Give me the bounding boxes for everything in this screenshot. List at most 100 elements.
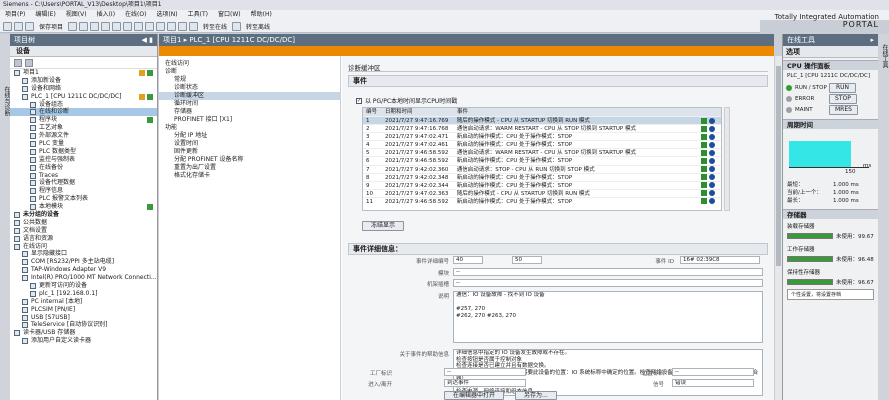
undo-icon[interactable] (123, 21, 133, 31)
memory-header[interactable]: 存储器 (783, 209, 878, 219)
tree-item[interactable]: 设备组态 (10, 101, 157, 109)
menu-3[interactable]: 插入(I) (92, 10, 120, 20)
tree-item[interactable]: PLC 数据类型 (10, 148, 157, 156)
go-online-icon[interactable] (189, 21, 199, 31)
delete-icon[interactable] (112, 21, 122, 31)
table-row[interactable]: 7 2021/7/27 9:42:02.360 通信启动请求：STOP - CPU … (363, 164, 721, 173)
nav-item[interactable]: 设置时间 (159, 140, 340, 148)
tree-item[interactable]: 工艺对象 (10, 124, 157, 132)
devices-tab[interactable]: 设备 (10, 46, 157, 57)
upload-icon[interactable] (167, 21, 177, 31)
editor-scrollbar[interactable] (774, 56, 782, 400)
nav-item[interactable]: 常规 (159, 76, 340, 84)
nav-item[interactable]: 在线访问 (159, 60, 340, 68)
save-icon[interactable] (25, 21, 34, 31)
tree-item[interactable]: COM [RS232/PPI 多主站电缆] (10, 258, 157, 266)
tree-refresh-icon[interactable] (25, 58, 33, 67)
tree-item[interactable]: 添加新设备 (10, 77, 157, 85)
go-online-button[interactable]: 转至在线 (200, 22, 230, 31)
tree-item[interactable]: 添加用户自定义读卡器 (10, 337, 157, 345)
table-row[interactable]: 9 2021/7/27 9:42:02.344 新启动的操作模式：CPU 处于操作模… (363, 180, 721, 189)
nav-item[interactable]: 分配 IP 地址 (159, 132, 340, 140)
table-row[interactable]: 3 2021/7/27 9:47:02.471 新启动的操作模式：CPU 处于操作模… (363, 132, 721, 140)
table-row[interactable]: 2 2021/7/27 9:47:16.768 通信启动请求：WARM RESTAR… (363, 124, 721, 132)
nav-item[interactable]: 固件更新 (159, 148, 340, 156)
print-icon[interactable] (68, 21, 78, 31)
tree-item[interactable]: Traces (10, 172, 157, 180)
redo-icon[interactable] (134, 21, 144, 31)
table-row[interactable]: 10 2021/7/27 9:47:02.363 随后的操作模式 - CPU 从 S… (363, 188, 721, 197)
menu-4[interactable]: 在线(O) (120, 10, 151, 20)
cut-icon[interactable] (79, 21, 89, 31)
download-icon[interactable] (156, 21, 166, 31)
copy-icon[interactable] (90, 21, 100, 31)
tree-item[interactable]: 公共数据 (10, 219, 157, 227)
freeze-display-button[interactable]: 冻结显示 (362, 221, 405, 231)
nav-item[interactable]: 格式化存储卡 (159, 172, 340, 180)
tree-item[interactable]: 语言和资源 (10, 235, 157, 243)
save-project-button[interactable]: 保存项目 (36, 22, 66, 31)
editor-scroll-thumb[interactable] (776, 66, 781, 266)
nav-item[interactable]: 分配 PROFINET 设备名称 (159, 156, 340, 164)
cycle-time-header[interactable]: 周期时间 (783, 119, 878, 129)
nav-item[interactable]: 诊断缓冲区 (159, 92, 340, 100)
mres-button[interactable]: MRES (829, 104, 858, 115)
compile-icon[interactable] (145, 21, 155, 31)
tree-item[interactable]: plc_1 [192.168.0.1] (10, 290, 157, 298)
table-row[interactable]: 6 2021/7/27 9:46:58.592 新启动的操作模式：CPU 处于操作模… (363, 156, 721, 164)
cpu-panel-header[interactable]: CPU 操作面板 (783, 60, 878, 70)
menu-1[interactable]: 编辑(E) (30, 10, 60, 20)
column-header[interactable]: 事件 (457, 108, 702, 116)
menu-6[interactable]: 工具(T) (183, 10, 213, 20)
tree-item[interactable]: 在线和诊断 (10, 108, 157, 117)
tree-item[interactable]: 外部源文件 (10, 132, 157, 140)
nav-item[interactable]: 存储器 (159, 108, 340, 116)
table-row[interactable]: 1 2021/7/27 9:47:16.769 随后的操作模式 - CPU 从 ST… (363, 116, 721, 125)
nav-item[interactable]: 诊断 (159, 68, 340, 76)
table-row[interactable]: 11 2021/7/27 9:46:58.592 新启动的操作模式：CPU 处于操作… (363, 196, 721, 205)
menu-0[interactable]: 项目(P) (0, 10, 30, 20)
menu-2[interactable]: 视图(V) (61, 10, 92, 20)
nav-item[interactable]: 重置为出厂设置 (159, 164, 340, 172)
local-time-checkbox[interactable]: ✓ (356, 97, 362, 104)
table-row[interactable]: 4 2021/7/27 9:47:02.461 新启动的操作模式：CPU 处于操作模… (363, 140, 721, 148)
collapse-icon[interactable]: ◀ ▮ (142, 34, 153, 46)
tree-item[interactable]: 在线备份 (10, 164, 157, 172)
online-tools-tab[interactable]: 在线工具 (878, 42, 889, 70)
simulate-icon[interactable] (178, 21, 188, 31)
stop-button[interactable]: STOP (829, 93, 857, 104)
nav-item[interactable]: 循环时间 (159, 100, 340, 108)
tree-item[interactable]: 更新可访问的设备 (10, 282, 157, 290)
nav-item[interactable]: 诊断状态 (159, 84, 340, 92)
tree-item[interactable]: PLC_1 [CPU 1211C DC/DC/DC] (10, 93, 157, 101)
tree-item[interactable]: Intel(R) PRO/1000 MT Network Connecti... (10, 274, 157, 282)
tree-item[interactable]: 文档设置 (10, 227, 157, 235)
menu-8[interactable]: 帮助(H) (246, 10, 277, 20)
buffer-scrollbar[interactable] (724, 107, 730, 211)
menu-7[interactable]: 窗口(W) (213, 10, 246, 20)
tree-item[interactable]: 设备和网络 (10, 85, 157, 93)
nav-item[interactable]: PROFINET 接口 [X1] (159, 116, 340, 124)
tree-item[interactable]: PLC 变量 (10, 140, 157, 148)
event-no-field[interactable]: 40 (453, 256, 483, 264)
tree-item[interactable]: TAP-Windows Adapter V9 (10, 266, 157, 274)
nav-item[interactable]: 功能 (159, 124, 340, 132)
tree-view-icon[interactable] (14, 58, 22, 67)
table-row[interactable]: 5 2021/7/27 9:46:58.592 通信启动请求：WARM RESTAR… (363, 148, 721, 156)
open-in-editor-button[interactable]: 在编辑器中打开 (444, 391, 505, 400)
tree-item[interactable]: 监控与强制表 (10, 156, 157, 164)
run-button[interactable]: RUN (829, 82, 857, 93)
tree-item[interactable]: PLC 报警文本列表 (10, 195, 157, 203)
new-icon[interactable] (3, 21, 12, 31)
go-offline-button[interactable]: 转至离线 (243, 22, 273, 31)
tree-item[interactable]: 程序块 (10, 116, 157, 124)
tree-item[interactable]: PLCSIM [PN/IE] (10, 306, 157, 314)
column-header[interactable]: 日期和时间 (385, 108, 457, 116)
panel-collapse-icon[interactable]: ▸ (870, 34, 874, 46)
tree-item[interactable]: 未分组的设备 (10, 211, 157, 219)
paste-icon[interactable] (101, 21, 111, 31)
tree-item[interactable]: 项目1 (10, 69, 157, 77)
tree-item[interactable]: 本地模块 (10, 203, 157, 211)
tree-item[interactable]: 设备代理数据 (10, 179, 157, 187)
save-as-button[interactable]: 另存为... (515, 391, 557, 400)
